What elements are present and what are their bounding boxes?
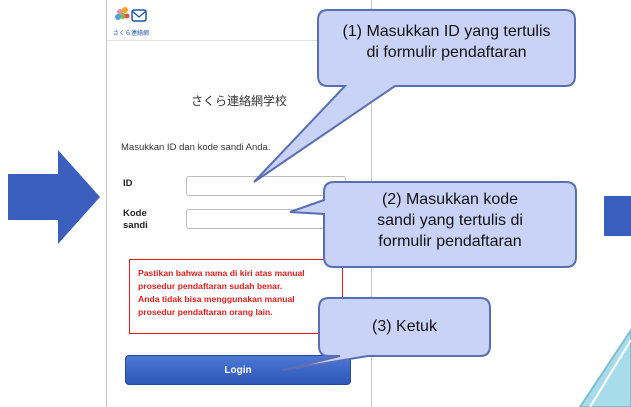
callout-2-text: (2) Masukkan kode sandi yang tertulis di… [324,190,576,252]
callout-3-text: (3) Ketuk [372,318,437,335]
callout-1-line2: di formulir pendaftaran [366,43,527,61]
callout-1-text: (1) Masukkan ID yang tertulis di formuli… [318,22,575,64]
callout-2-line2: sandi yang tertulis di [377,211,523,229]
callout-2-line1: (2) Masukkan kode [381,191,519,208]
decor-triangle [578,328,631,407]
callout-1-line1: (1) Masukkan ID yang tertulis [342,23,551,40]
callout-2-line3: formulir pendaftaran [378,232,522,250]
